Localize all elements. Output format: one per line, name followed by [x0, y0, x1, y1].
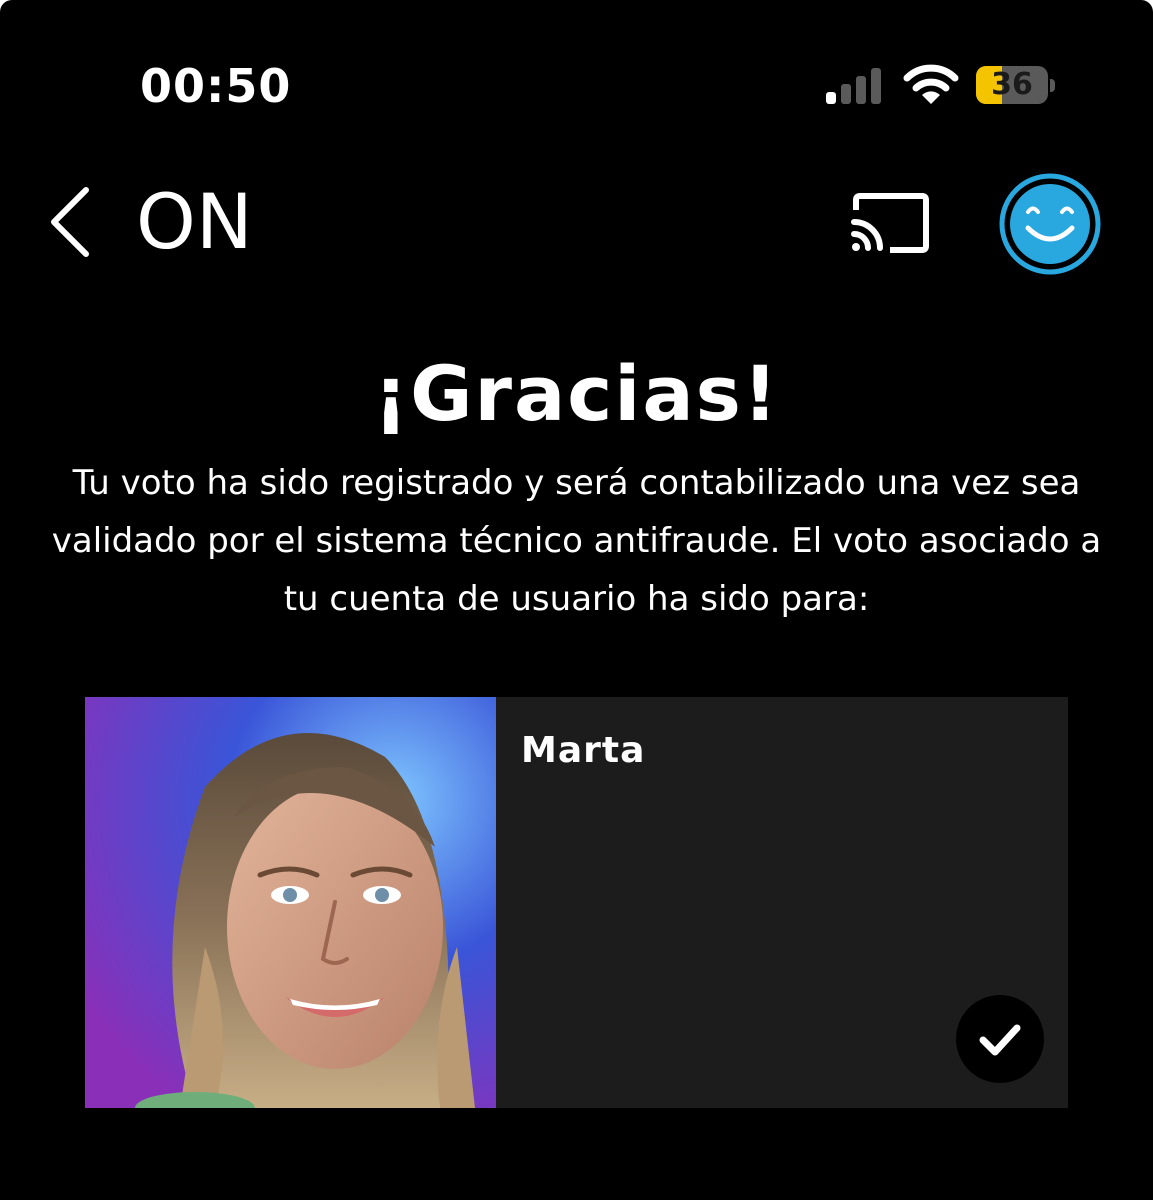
battery-body: 36 — [976, 66, 1048, 104]
app-screen: 00:50 36 ON ¡Gracias! Tu voto ha sido re… — [0, 0, 1153, 1200]
chevron-left-icon — [51, 187, 89, 257]
wifi-icon — [903, 64, 959, 104]
battery-indicator: 36 — [976, 66, 1055, 106]
battery-level: 36 — [991, 67, 1033, 102]
candidate-name: Marta — [521, 730, 646, 771]
profile-button[interactable] — [998, 172, 1102, 276]
back-button[interactable] — [40, 180, 104, 264]
selected-check-badge — [956, 995, 1044, 1083]
cast-button[interactable] — [846, 190, 934, 256]
cast-icon — [851, 193, 929, 253]
candidate-photo — [85, 697, 496, 1108]
candidate-card[interactable]: Marta — [85, 697, 1068, 1108]
checkmark-icon — [979, 1024, 1021, 1056]
signal-bars-icon — [826, 68, 881, 104]
status-time: 00:50 — [140, 59, 292, 113]
smiley-face-icon — [999, 173, 1101, 275]
thanks-heading: ¡Gracias! — [373, 349, 780, 438]
battery-cap — [1050, 79, 1055, 92]
app-title: ON — [136, 177, 253, 266]
vote-confirmation-message: Tu voto ha sido registrado y será contab… — [51, 463, 1102, 619]
